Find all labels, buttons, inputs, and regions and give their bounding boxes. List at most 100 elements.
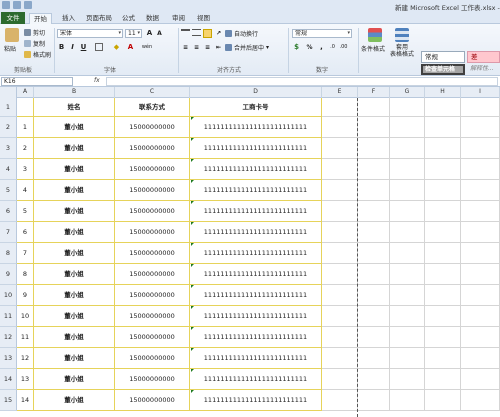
column-header-c[interactable]: C — [115, 87, 190, 98]
cell-h[interactable] — [425, 243, 461, 264]
cell-a[interactable] — [17, 98, 34, 117]
tab-file[interactable]: 文件 — [1, 12, 25, 24]
cell-i[interactable] — [461, 264, 500, 285]
cell-c[interactable]: 15000000000 — [115, 369, 190, 390]
cell-i[interactable] — [461, 243, 500, 264]
cell-b[interactable]: 董小姐 — [34, 348, 115, 369]
align-right-icon[interactable]: ≡ — [203, 43, 212, 52]
cell-h[interactable] — [425, 159, 461, 180]
cell-a[interactable]: 6 — [17, 222, 34, 243]
cell-e[interactable] — [322, 117, 358, 138]
cell-c[interactable]: 15000000000 — [115, 390, 190, 411]
cell-e[interactable] — [322, 348, 358, 369]
save-icon[interactable] — [13, 1, 21, 9]
cell-b[interactable]: 董小姐 — [34, 201, 115, 222]
cell-a[interactable]: 9 — [17, 285, 34, 306]
cell-a[interactable]: 3 — [17, 159, 34, 180]
cell-f[interactable] — [358, 327, 390, 348]
cell-e[interactable] — [322, 138, 358, 159]
cell-e[interactable] — [322, 243, 358, 264]
italic-button[interactable]: I — [68, 43, 77, 52]
row-header[interactable]: 6 — [0, 201, 17, 222]
conditional-format-icon[interactable] — [368, 28, 382, 42]
cell-f[interactable] — [358, 285, 390, 306]
cell-f[interactable] — [358, 369, 390, 390]
cell-e[interactable] — [322, 264, 358, 285]
column-header-d[interactable]: D — [190, 87, 322, 98]
cell-d[interactable]: 1111111111111111111111111 — [190, 264, 322, 285]
row-header[interactable]: 8 — [0, 243, 17, 264]
cut-button[interactable]: 剪切 — [24, 28, 45, 37]
cell-i[interactable] — [461, 201, 500, 222]
cell-e[interactable] — [322, 306, 358, 327]
cell-i[interactable] — [461, 222, 500, 243]
shrink-font-icon[interactable]: A — [155, 29, 164, 38]
cell-h[interactable] — [425, 98, 461, 117]
increase-decimal-icon[interactable]: .0 — [328, 43, 337, 52]
row-header[interactable]: 5 — [0, 180, 17, 201]
cell-e[interactable] — [322, 98, 358, 117]
phonetic-button[interactable]: wén — [140, 43, 154, 52]
cell-d[interactable]: 1111111111111111111111111 — [190, 243, 322, 264]
cell-g[interactable] — [390, 201, 425, 222]
cell-i[interactable] — [461, 117, 500, 138]
cell-g[interactable] — [390, 327, 425, 348]
cell-f[interactable] — [358, 222, 390, 243]
cell-g[interactable] — [390, 285, 425, 306]
align-middle-icon[interactable] — [192, 29, 201, 36]
cell-a[interactable]: 1 — [17, 117, 34, 138]
cell-c[interactable]: 15000000000 — [115, 327, 190, 348]
merge-center-button[interactable]: 合并后居中 ▾ — [225, 43, 269, 52]
format-as-table-button[interactable]: 套用 表格格式 — [390, 44, 414, 58]
cell-c[interactable]: 15000000000 — [115, 159, 190, 180]
cell-a[interactable]: 4 — [17, 180, 34, 201]
currency-icon[interactable]: $ — [292, 43, 301, 52]
cell-c[interactable]: 15000000000 — [115, 243, 190, 264]
tab-formulas[interactable]: 公式 — [118, 13, 139, 24]
cell-e[interactable] — [322, 327, 358, 348]
cell-i[interactable] — [461, 327, 500, 348]
cell-f[interactable] — [358, 348, 390, 369]
align-bottom-icon[interactable] — [203, 29, 212, 38]
cell-c[interactable]: 15000000000 — [115, 306, 190, 327]
cell-f[interactable] — [358, 180, 390, 201]
cell-h[interactable] — [425, 390, 461, 411]
cell-g[interactable] — [390, 98, 425, 117]
cell-f[interactable] — [358, 159, 390, 180]
underline-button[interactable]: U — [79, 43, 88, 52]
cell-h[interactable] — [425, 327, 461, 348]
cell-h[interactable] — [425, 201, 461, 222]
cell-i[interactable] — [461, 306, 500, 327]
cell-i[interactable] — [461, 98, 500, 117]
copy-button[interactable]: 复制 — [24, 39, 45, 48]
cell-h[interactable] — [425, 306, 461, 327]
align-top-icon[interactable] — [181, 29, 190, 36]
cell-h[interactable] — [425, 222, 461, 243]
cell-g[interactable] — [390, 159, 425, 180]
cell-g[interactable] — [390, 348, 425, 369]
cell-c[interactable]: 15000000000 — [115, 138, 190, 159]
row-header[interactable]: 2 — [0, 117, 17, 138]
formula-input[interactable] — [106, 77, 498, 86]
column-header-b[interactable]: B — [34, 87, 115, 98]
cell-d[interactable]: 1111111111111111111111111 — [190, 327, 322, 348]
cell-style-normal[interactable]: 常规 — [421, 51, 465, 63]
cell-f[interactable] — [358, 306, 390, 327]
column-header-f[interactable]: F — [358, 87, 390, 98]
font-size-select[interactable]: 11 ▾ — [125, 29, 142, 38]
decrease-decimal-icon[interactable]: .00 — [339, 43, 348, 52]
row-header[interactable]: 4 — [0, 159, 17, 180]
cell-b[interactable]: 董小姐 — [34, 285, 115, 306]
cell-d[interactable]: 1111111111111111111111111 — [190, 390, 322, 411]
cell-a[interactable]: 8 — [17, 264, 34, 285]
row-header[interactable]: 13 — [0, 348, 17, 369]
cell-d[interactable]: 1111111111111111111111111 — [190, 180, 322, 201]
cell-c[interactable]: 15000000000 — [115, 180, 190, 201]
row-header[interactable]: 9 — [0, 264, 17, 285]
column-header-g[interactable]: G — [390, 87, 425, 98]
font-color-button[interactable]: A — [126, 43, 135, 52]
grow-font-icon[interactable]: A — [145, 29, 154, 38]
cell-d[interactable]: 1111111111111111111111111 — [190, 222, 322, 243]
fx-icon[interactable]: fx — [94, 77, 100, 84]
cell-g[interactable] — [390, 264, 425, 285]
